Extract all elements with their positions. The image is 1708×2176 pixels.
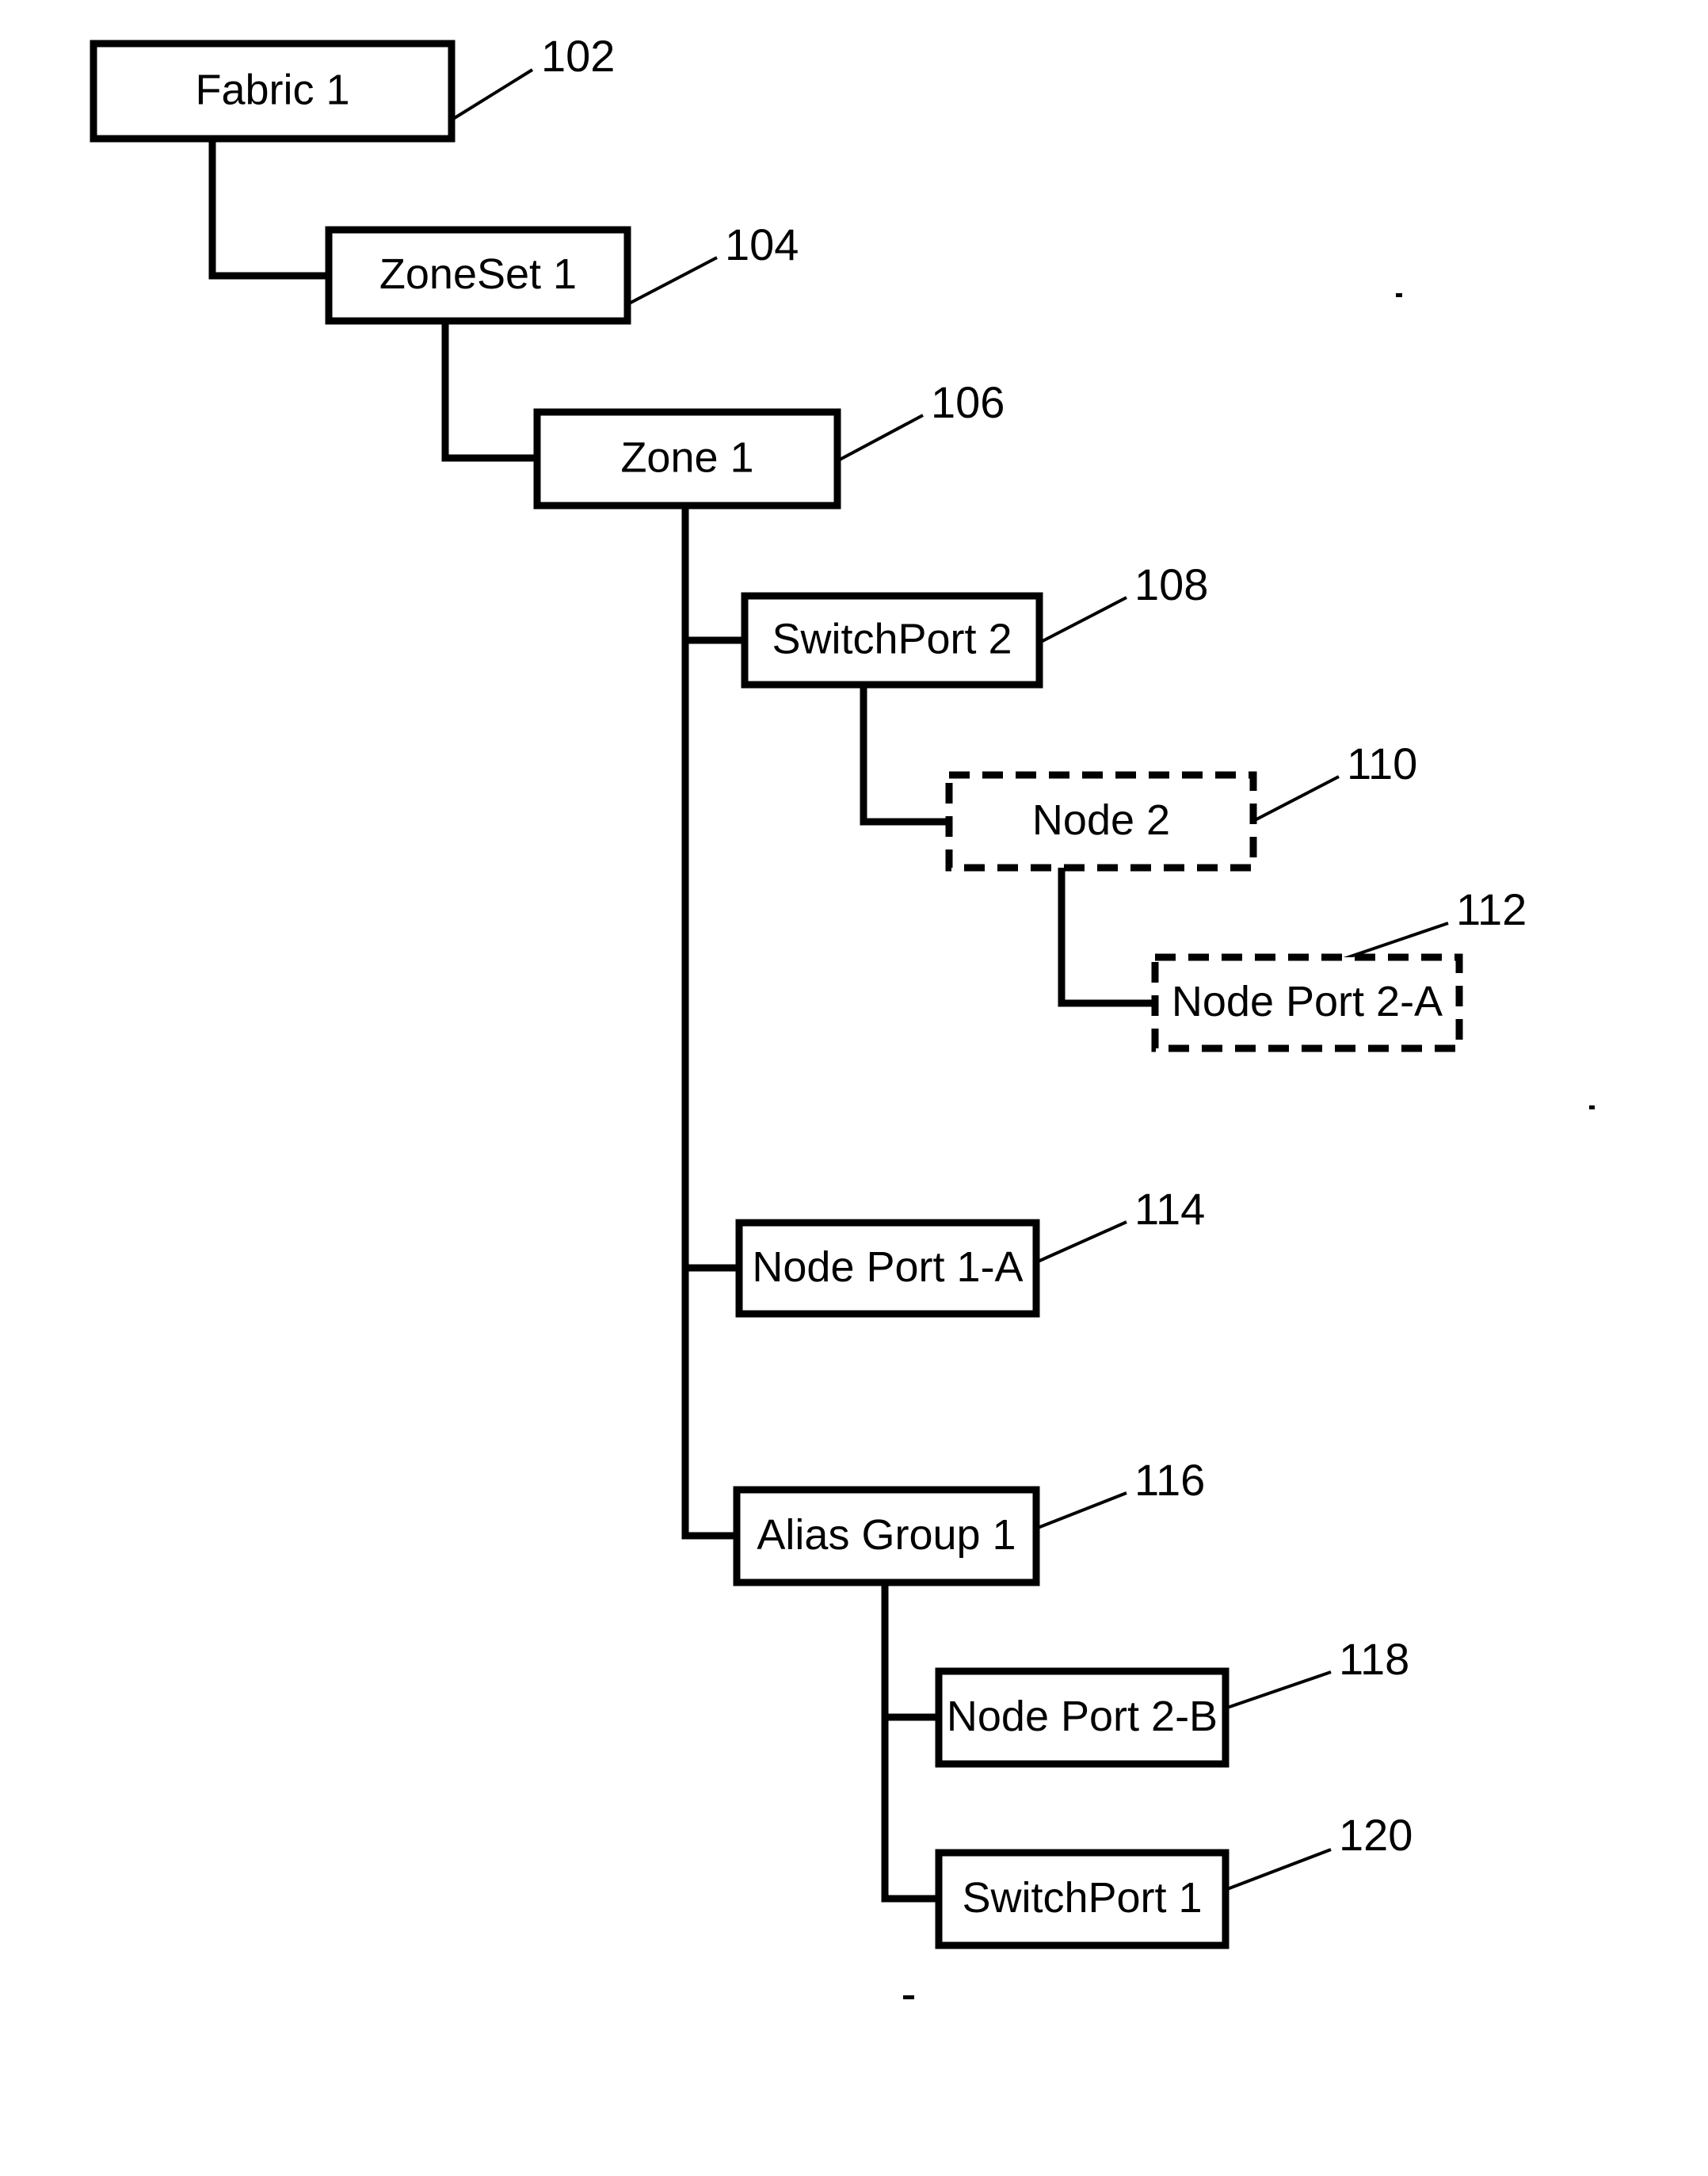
speck-bottom-left: [903, 1995, 914, 1999]
connector-zoneset-to-zone: [441, 317, 541, 462]
reference-number-108: 108: [1134, 559, 1208, 609]
reference-number-116: 116: [1134, 1455, 1205, 1505]
leader-line-106: [839, 414, 924, 461]
speck-mid-right: [1589, 1105, 1595, 1109]
leader-line-114: [1037, 1220, 1127, 1263]
reference-number-110: 110: [1347, 739, 1417, 788]
connectors-layer: [208, 135, 1159, 1903]
node-label-nodeport1a: Node Port 1-A: [752, 1243, 1023, 1291]
node-label-switchport2: SwitchPort 2: [772, 615, 1012, 662]
reference-number-114: 114: [1134, 1184, 1205, 1234]
leader-line-108: [1040, 596, 1127, 643]
reference-number-120: 120: [1339, 1810, 1413, 1860]
reference-number-118: 118: [1339, 1634, 1409, 1684]
leader-line-120: [1226, 1848, 1332, 1891]
node-labels-layer: Fabric 1 ZoneSet 1 Zone 1 SwitchPort 2 Node …: [195, 66, 1443, 1922]
connector-switchport2-to-node2: [860, 681, 953, 826]
node-label-zoneset1: ZoneSet 1: [379, 250, 577, 298]
leader-line-102: [452, 68, 534, 120]
leader-line-118: [1226, 1670, 1332, 1709]
reference-number-102: 102: [541, 31, 615, 81]
leader-line-116: [1037, 1491, 1127, 1529]
reference-number-112: 112: [1456, 884, 1527, 934]
connector-fabric-to-zoneset: [208, 135, 333, 280]
speck-top-right: [1396, 293, 1402, 297]
node-label-aliasgroup1: Alias Group 1: [757, 1511, 1016, 1559]
hierarchy-diagram: Fabric 1 ZoneSet 1 Zone 1 SwitchPort 2 Node …: [90, 31, 1595, 1999]
node-label-node2: Node 2: [1032, 796, 1170, 844]
node-label-switchport1: SwitchPort 1: [962, 1874, 1202, 1922]
node-label-fabric1: Fabric 1: [195, 66, 349, 113]
leader-line-104: [628, 256, 718, 305]
node-label-nodeport2a: Node Port 2-A: [1172, 978, 1443, 1025]
connector-node2-to-nodeport2a: [1058, 864, 1159, 1007]
node-label-zone1: Zone 1: [620, 433, 753, 481]
reference-number-106: 106: [931, 377, 1005, 427]
figure-canvas: Fabric 1 ZoneSet 1 Zone 1 SwitchPort 2 Node …: [0, 0, 1708, 2176]
node-label-nodeport2b: Node Port 2-B: [947, 1693, 1218, 1740]
leader-line-110: [1254, 775, 1340, 822]
reference-number-104: 104: [725, 220, 799, 269]
